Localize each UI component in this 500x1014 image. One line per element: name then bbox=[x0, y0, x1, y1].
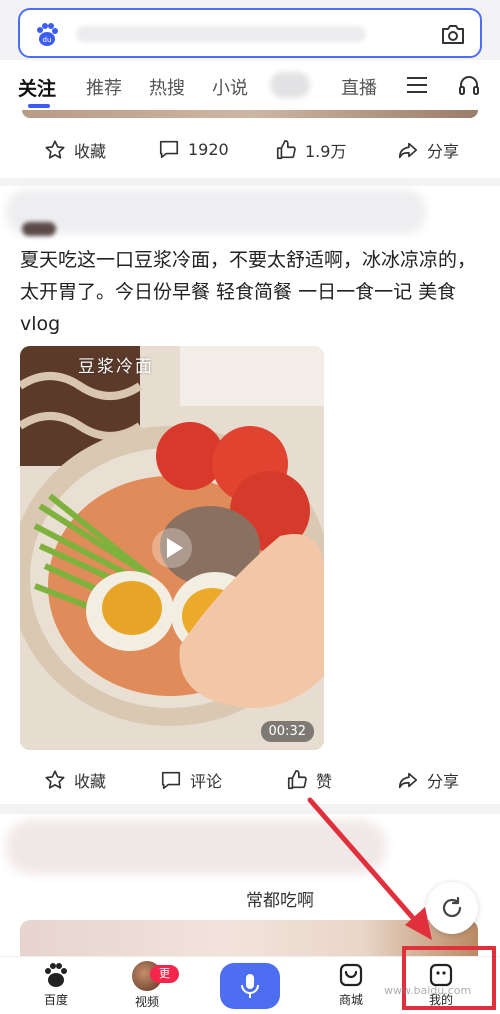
nav-video[interactable]: 视频 更新 bbox=[115, 961, 179, 1010]
video-caption: 豆浆冷面 bbox=[78, 357, 154, 377]
avatar[interactable] bbox=[22, 222, 56, 236]
star-icon bbox=[45, 140, 65, 159]
voice-search-button[interactable] bbox=[220, 963, 280, 1009]
svg-text:du: du bbox=[43, 36, 52, 44]
refresh-button[interactable] bbox=[426, 882, 478, 934]
shopping-bag-icon bbox=[339, 963, 363, 987]
tab-novel[interactable]: 小说 bbox=[212, 74, 248, 100]
like-count: 1.9万 bbox=[305, 142, 347, 161]
comment-icon bbox=[159, 140, 179, 159]
favorite-label: 收藏 bbox=[74, 772, 107, 791]
search-bar[interactable]: du bbox=[18, 8, 482, 58]
nav-mall[interactable]: 商城 bbox=[319, 961, 383, 1008]
share-icon bbox=[398, 772, 418, 789]
like-label: 赞 bbox=[316, 772, 333, 791]
comment-label: 评论 bbox=[190, 772, 223, 791]
share-button[interactable]: 分享 bbox=[397, 768, 459, 792]
previous-post-image[interactable] bbox=[22, 110, 478, 118]
feed-page: du 关注 推荐 热搜 小说 直播 收藏 1920 1.9万 分享 夏天吃这一口… bbox=[0, 0, 500, 1014]
favorite-label: 收藏 bbox=[74, 142, 107, 161]
comment-icon bbox=[161, 771, 181, 790]
play-icon[interactable] bbox=[151, 527, 193, 569]
nav-baidu[interactable]: 百度 bbox=[24, 961, 88, 1008]
search-query-redacted bbox=[76, 26, 366, 42]
next-post-text[interactable]: 常都吃啊 bbox=[246, 886, 314, 911]
microphone-icon bbox=[241, 974, 259, 998]
video-thumbnail[interactable]: 豆浆冷面 00:32 bbox=[20, 346, 324, 750]
author-header-redacted[interactable] bbox=[6, 190, 426, 234]
share-button[interactable]: 分享 bbox=[397, 138, 459, 162]
comment-button[interactable]: 1920 bbox=[158, 138, 229, 160]
menu-icon[interactable] bbox=[407, 76, 427, 94]
previous-post-actions: 收藏 1920 1.9万 分享 bbox=[0, 130, 500, 170]
like-button[interactable]: 1.9万 bbox=[275, 138, 346, 162]
favorite-button[interactable]: 收藏 bbox=[44, 138, 106, 162]
thumbs-up-icon bbox=[287, 770, 307, 790]
video-duration: 00:32 bbox=[260, 721, 314, 742]
comment-count: 1920 bbox=[188, 139, 229, 159]
nav-baidu-label: 百度 bbox=[43, 993, 68, 1007]
post-actions: 收藏 评论 赞 分享 bbox=[0, 760, 500, 800]
tab-recommend[interactable]: 推荐 bbox=[86, 74, 122, 100]
watermark: www.baidu.com bbox=[384, 984, 472, 997]
update-badge: 更新 bbox=[150, 965, 179, 998]
baidu-paw-icon bbox=[45, 963, 67, 987]
share-icon bbox=[398, 142, 418, 159]
camera-icon[interactable] bbox=[440, 22, 466, 46]
tab-redacted[interactable] bbox=[270, 72, 310, 98]
favorite-button[interactable]: 收藏 bbox=[44, 768, 106, 792]
headset-icon[interactable] bbox=[458, 74, 480, 96]
annotation-highlight-box bbox=[402, 946, 496, 1010]
tab-hot-search[interactable]: 热搜 bbox=[149, 74, 185, 100]
post-card: 夏天吃这一口豆浆冷面，不要太舒适啊，冰冰凉凉的，太开胃了。今日份早餐 轻食简餐 … bbox=[0, 186, 500, 804]
refresh-icon bbox=[442, 896, 462, 918]
tab-follow[interactable]: 关注 bbox=[18, 74, 56, 101]
star-icon bbox=[45, 770, 65, 789]
tab-live[interactable]: 直播 bbox=[341, 74, 377, 100]
nav-mall-label: 商城 bbox=[338, 993, 363, 1007]
thumbs-up-icon bbox=[276, 140, 296, 160]
next-post-header-redacted[interactable] bbox=[6, 820, 386, 874]
baidu-logo-icon: du bbox=[37, 23, 58, 46]
active-tab-indicator bbox=[28, 104, 50, 108]
share-label: 分享 bbox=[427, 142, 460, 161]
previous-post-card: 收藏 1920 1.9万 分享 bbox=[0, 110, 500, 178]
like-button[interactable]: 赞 bbox=[286, 768, 332, 792]
share-label: 分享 bbox=[427, 772, 460, 791]
feed-tabs: 关注 推荐 热搜 小说 直播 bbox=[0, 60, 500, 110]
post-text[interactable]: 夏天吃这一口豆浆冷面，不要太舒适啊，冰冰凉凉的，太开胃了。今日份早餐 轻食简餐 … bbox=[20, 244, 480, 340]
comment-button[interactable]: 评论 bbox=[160, 768, 222, 792]
nav-video-label: 视频 bbox=[134, 995, 159, 1009]
